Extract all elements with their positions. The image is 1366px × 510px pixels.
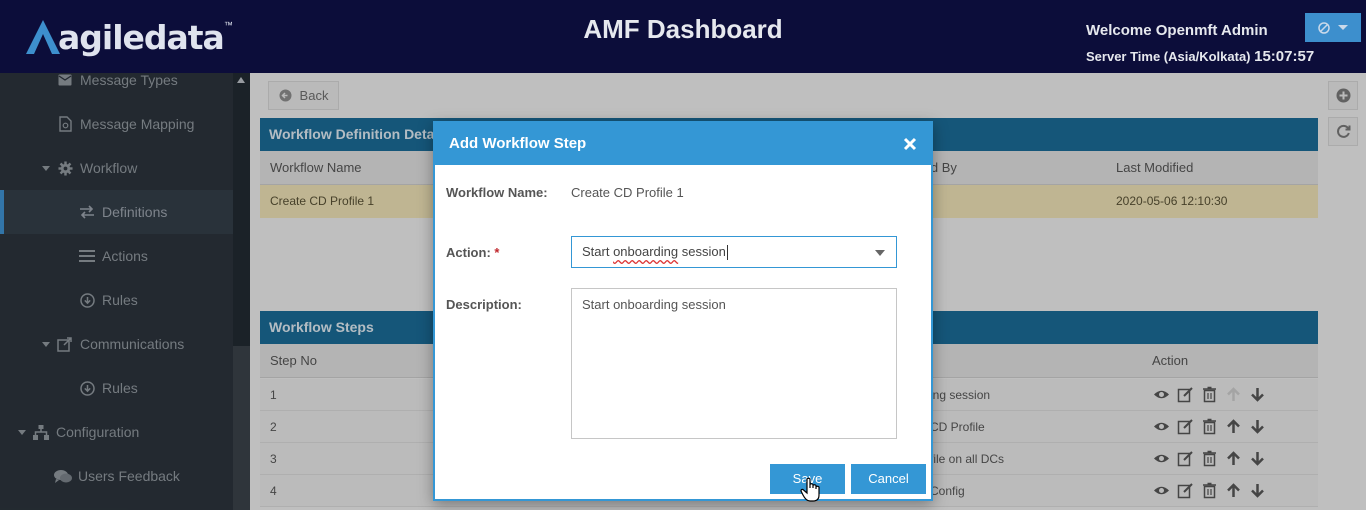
add-workflow-step-dialog: Add Workflow Step Workflow Name: Create … bbox=[433, 121, 933, 501]
action-label: Action: * bbox=[446, 245, 500, 260]
required-marker: * bbox=[494, 245, 500, 260]
page-title: AMF Dashboard bbox=[583, 14, 783, 44]
workflow-name-value: Create CD Profile 1 bbox=[571, 185, 684, 200]
server-time-label: Server Time (Asia/Kolkata) bbox=[1086, 49, 1251, 64]
description-label: Description: bbox=[446, 297, 522, 312]
chevron-down-icon bbox=[1338, 25, 1348, 30]
description-textarea[interactable]: Start onboarding session bbox=[571, 288, 897, 439]
text-cursor bbox=[726, 245, 728, 261]
user-status-icon bbox=[1318, 21, 1330, 34]
chevron-down-icon[interactable] bbox=[875, 250, 885, 256]
user-menu-button[interactable] bbox=[1305, 13, 1361, 42]
logo-trademark: ™ bbox=[223, 20, 233, 30]
action-select[interactable]: Start onboarding session bbox=[571, 236, 897, 268]
welcome-text: Welcome Openmft Admin bbox=[1086, 22, 1268, 39]
server-time: Server Time (Asia/Kolkata) 15:07:57 bbox=[1086, 48, 1314, 65]
workflow-name-label: Workflow Name: bbox=[446, 185, 548, 200]
dialog-title: Add Workflow Step bbox=[449, 135, 587, 152]
server-time-value: 15:07:57 bbox=[1254, 48, 1315, 65]
cancel-button[interactable]: Cancel bbox=[851, 464, 926, 494]
hand-cursor-icon bbox=[800, 477, 820, 502]
logo-text: agiledata bbox=[58, 17, 225, 57]
close-icon[interactable] bbox=[903, 137, 917, 151]
dialog-header: Add Workflow Step bbox=[435, 123, 931, 165]
agiledata-logo[interactable]: agiledata ™ bbox=[22, 14, 233, 60]
